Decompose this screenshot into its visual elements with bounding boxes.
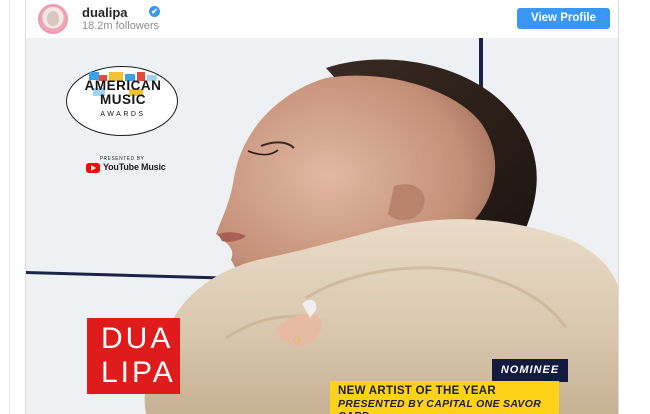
post-image[interactable]: AMERICAN MUSIC AWARDS PRESENTED BY YouTu…	[26, 38, 618, 414]
profile-username[interactable]: dualipa	[82, 5, 128, 20]
american-music-awards-logo: AMERICAN MUSIC AWARDS	[66, 66, 178, 136]
artist-name-line2: LIPA	[101, 356, 176, 389]
embed-header: dualipa ✔ 18.2m followers View Profile	[26, 0, 618, 38]
award-category-box: NEW ARTIST OF THE YEAR PRESENTED BY CAPI…	[330, 381, 559, 414]
youtube-icon	[86, 163, 100, 173]
artist-name-box: DUA LIPA	[87, 318, 180, 394]
logo-title-line1: AMERICAN	[84, 78, 162, 93]
follower-count: 18.2m followers	[82, 20, 160, 32]
avatar[interactable]	[38, 4, 68, 34]
sponsor-name: YouTube Music	[103, 162, 166, 172]
instagram-embed: dualipa ✔ 18.2m followers View Profile A…	[25, 0, 619, 414]
award-presenter: PRESENTED BY CAPITAL ONE SAVOR CARD	[338, 398, 542, 414]
verified-badge-icon: ✔	[149, 6, 160, 17]
award-category: NEW ARTIST OF THE YEAR	[338, 385, 497, 397]
logo-subtitle: AWARDS	[100, 111, 146, 118]
youtube-music-sponsor: YouTube Music	[86, 162, 166, 174]
avatar-face	[47, 11, 59, 26]
nominee-badge: NOMINEE	[492, 359, 568, 382]
page-divider	[9, 0, 10, 414]
artist-name-line1: DUA	[101, 322, 174, 355]
logo-title-line2: MUSIC	[100, 92, 146, 107]
view-profile-button[interactable]: View Profile	[517, 8, 610, 29]
